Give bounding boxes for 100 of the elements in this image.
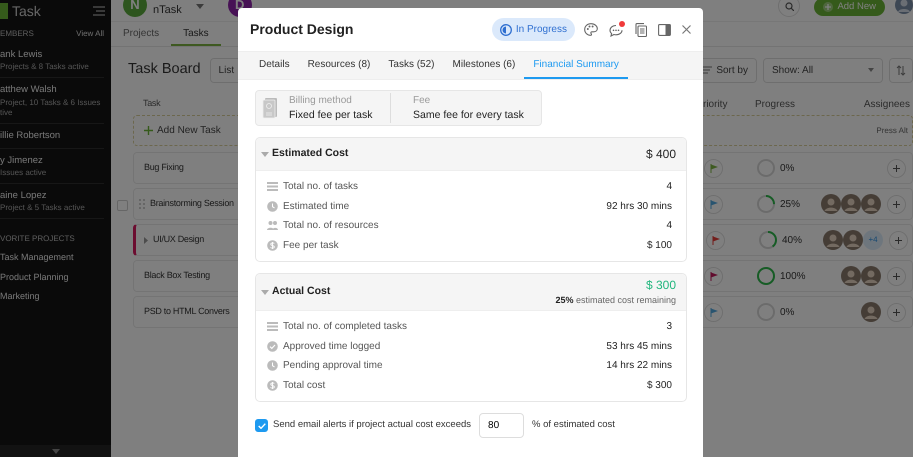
add-assignee-button[interactable] <box>886 194 906 214</box>
priority-button[interactable] <box>704 302 723 322</box>
member-summary: Issues active <box>0 168 48 178</box>
checkmark-icon <box>258 422 266 428</box>
cost-total: $ 300 <box>646 277 676 294</box>
shortcut-hint: Press Alt <box>876 124 908 136</box>
alert-suffix: % of estimated cost <box>532 418 615 432</box>
check-circle-icon <box>267 340 278 352</box>
side-panel-icon[interactable] <box>658 24 671 36</box>
add-assignee-button[interactable] <box>886 302 906 322</box>
field-label: Billing method <box>289 94 353 108</box>
detail-label: Estimated time <box>283 200 350 214</box>
detail-label: Fee per task <box>283 238 339 253</box>
clock-icon <box>267 200 278 212</box>
assignee-avatar <box>843 230 863 250</box>
column-header: riority <box>703 98 728 110</box>
caret-icon <box>868 68 874 72</box>
assignee-avatar <box>861 266 881 286</box>
user-avatar[interactable] <box>895 0 913 15</box>
add-task-button[interactable]: Add New Task <box>144 123 221 138</box>
priority-button[interactable] <box>704 266 723 286</box>
nav-tab[interactable]: Projects <box>111 22 172 46</box>
add-assignee-button[interactable] <box>886 158 906 178</box>
member-name[interactable]: illie Robertson <box>0 128 98 143</box>
cost-total: $ 400 <box>646 146 676 163</box>
assignee-avatar <box>861 302 881 322</box>
field-value: Fixed fee per task <box>289 108 374 123</box>
detail-label: Pending approval time <box>283 359 383 374</box>
priority-button[interactable] <box>704 158 723 178</box>
search-button[interactable] <box>778 0 800 17</box>
modal-tab[interactable]: Milestones (6) <box>444 52 524 79</box>
row-checkbox[interactable] <box>116 200 128 210</box>
status-icon <box>500 24 512 36</box>
caret-icon[interactable] <box>52 448 60 454</box>
drag-handle-icon[interactable] <box>139 199 145 209</box>
dollar-icon <box>267 240 278 251</box>
alert-checkbox[interactable] <box>255 419 268 432</box>
alert-label: Send email alerts if project actual cost exceeds <box>273 418 472 432</box>
caret-icon[interactable] <box>196 4 204 9</box>
copy-icon[interactable] <box>635 22 647 36</box>
priority-button[interactable] <box>706 230 725 250</box>
detail-value: 3 <box>666 320 672 334</box>
status-button[interactable]: In Progress <box>492 18 575 41</box>
section-heading: EMBERS <box>0 28 34 40</box>
collapse-caret-icon[interactable] <box>261 152 269 156</box>
plus-icon <box>144 126 153 135</box>
detail-value: 4 <box>666 219 672 234</box>
assignee-avatar <box>821 194 841 214</box>
section-heading: VORITE PROJECTS <box>0 233 75 246</box>
task-name: UI/UX Design <box>153 233 204 246</box>
priority-button[interactable] <box>704 194 723 214</box>
progress-percent: 0% <box>780 306 794 320</box>
field-value: Same fee for every task <box>413 108 524 123</box>
modal-tab[interactable]: Tasks (52) <box>379 52 444 79</box>
sort-arrows-icon <box>896 64 906 76</box>
modal-title: Product Design <box>250 20 354 39</box>
sort-order-button[interactable] <box>889 58 913 82</box>
column-header: Assignees <box>864 98 910 112</box>
project-link[interactable]: Marketing <box>0 287 111 307</box>
member-name[interactable]: aine Lopez <box>0 189 98 204</box>
plus-icon <box>892 308 900 316</box>
dollar-icon <box>267 380 278 391</box>
expand-caret-icon[interactable] <box>144 236 148 244</box>
modal-tab[interactable]: Financial Summary <box>524 52 628 79</box>
palette-icon[interactable] <box>584 23 598 36</box>
add-assignee-button[interactable] <box>888 230 908 250</box>
comment-icon[interactable] <box>609 22 624 36</box>
search-icon <box>784 2 794 10</box>
team-name[interactable]: nTask <box>153 2 182 18</box>
add-assignee-button[interactable] <box>886 266 906 286</box>
detail-label: Total no. of tasks <box>283 180 358 194</box>
task-name: Black Box Testing <box>144 269 210 282</box>
board-title: Task Board <box>128 60 201 80</box>
project-link[interactable]: Product Planning <box>0 268 111 288</box>
close-icon[interactable] <box>682 25 691 34</box>
task-name: PSD to HTML Convers <box>144 305 230 318</box>
threshold-input[interactable]: 80 <box>479 413 524 438</box>
view-all-link[interactable]: View All <box>76 28 104 40</box>
people-icon <box>267 220 278 232</box>
sort-icon <box>703 66 712 74</box>
project-link[interactable]: Task Management <box>0 248 111 268</box>
modal-tab[interactable]: Details <box>250 52 299 79</box>
detail-label: Total no. of resources <box>283 219 379 234</box>
list-icon <box>267 321 278 332</box>
list-icon <box>267 181 278 192</box>
member-name[interactable]: ank Lewis <box>0 48 98 62</box>
detail-label: Approved time logged <box>283 340 380 354</box>
menu-icon[interactable] <box>92 6 105 16</box>
assignee-avatar <box>841 266 861 286</box>
column-header: Progress <box>755 98 796 112</box>
progress-percent: 100% <box>780 270 806 284</box>
show-dropdown[interactable]: Show: All <box>763 58 883 82</box>
member-summary: Project, 10 Tasks & 6 Issues tive <box>0 98 98 118</box>
plus-icon <box>823 2 834 12</box>
nav-tab[interactable]: Tasks <box>171 22 221 46</box>
modal-tab[interactable]: Resources (8) <box>298 52 380 79</box>
task-name: Brainstorming Session <box>150 197 234 210</box>
detail-value: $ 100 <box>646 238 672 253</box>
member-name[interactable]: atthew Walsh <box>0 83 98 98</box>
member-name[interactable]: y Jimenez <box>0 154 98 168</box>
